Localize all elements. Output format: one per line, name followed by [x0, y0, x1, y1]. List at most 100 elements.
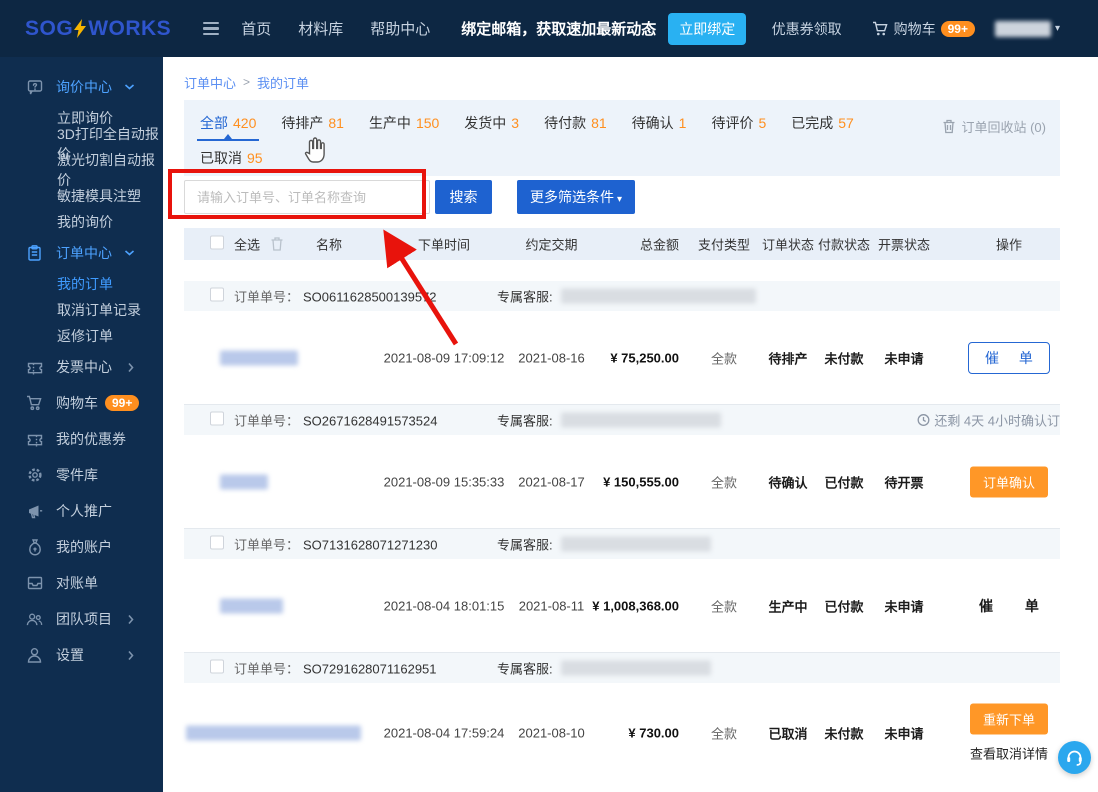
tab-待确认[interactable]: 待确认 1 — [632, 105, 687, 141]
order-group: 订单单号： SO0611628500139572 专属客服: 2021-08-09 1… — [184, 281, 1060, 405]
action-cell: 重新下单查看取消详情 — [949, 703, 1069, 763]
sidebar-item-订单中心[interactable]: 订单中心 — [0, 235, 163, 271]
order-action-button[interactable]: 订单确认 — [969, 466, 1048, 497]
action-cell: 催 单 — [949, 596, 1069, 616]
sidebar-item-我的订单[interactable]: 我的订单 — [0, 271, 163, 297]
tab-待评价[interactable]: 待评价 5 — [711, 105, 766, 141]
sidebar-item-取消订单记录[interactable]: 取消订单记录 — [0, 297, 163, 323]
top-nav-item[interactable]: 帮助中心 — [370, 18, 430, 39]
order-checkbox[interactable] — [210, 287, 224, 302]
topbar: SOG WORKS 首页 材料库 帮助中心 绑定邮箱，获取速加最新动态 立即绑定 优… — [0, 0, 1098, 57]
header-invoice-status: 开票状态 — [877, 237, 930, 253]
customer-service-fab[interactable] — [1058, 741, 1091, 774]
order-name-redacted[interactable] — [220, 474, 268, 489]
order-row: 2021-08-04 17:59:24 2021-08-10 ¥ 730.00 全款已… — [184, 683, 1060, 783]
urge-order-button[interactable]: 催 单 — [968, 341, 1050, 374]
chevron-right-icon — [127, 650, 135, 661]
tab-count: 81 — [328, 115, 344, 131]
trash-icon — [271, 237, 283, 251]
order-checkbox[interactable] — [210, 411, 224, 426]
sidebar-item-敏捷模具注塑[interactable]: 敏捷模具注塑 — [0, 183, 163, 209]
chevron-down-icon — [124, 83, 135, 91]
sidebar-item-label: 询价中心 — [56, 79, 112, 95]
order-recycle-bin[interactable]: 订单回收站 (0) — [942, 117, 1046, 136]
sidebar-item-label: 对账单 — [56, 575, 98, 591]
bind-now-button[interactable]: 立即绑定 — [668, 12, 747, 45]
username-redacted[interactable] — [994, 20, 1051, 37]
sidebar-item-个人推广[interactable]: 个人推广 — [0, 493, 163, 529]
more-filters-button[interactable]: 更多筛选条件 ▾ — [517, 180, 636, 214]
tab-已取消[interactable]: 已取消 95 — [200, 141, 263, 174]
sogaworks-logo[interactable]: SOG WORKS — [25, 17, 171, 41]
cart-icon — [26, 395, 43, 412]
sidebar-item-激光切割自动报价[interactable]: 激光切割自动报价 — [0, 152, 163, 188]
order-row: 2021-08-04 18:01:15 2021-08-11 ¥ 1,008,368… — [184, 559, 1060, 652]
sidebar-item-零件库[interactable]: 零件库 — [0, 457, 163, 493]
topbar-cart[interactable]: 购物车 99+ — [872, 19, 975, 39]
tab-全部[interactable]: 全部 420 — [196, 105, 260, 141]
search-input[interactable] — [184, 180, 430, 214]
header-name: 名称 — [316, 237, 343, 253]
breadcrumb-order-center[interactable]: 订单中心 — [184, 73, 236, 92]
breadcrumb-my-orders[interactable]: 我的订单 — [257, 73, 309, 92]
select-all-label[interactable]: 全选 — [234, 235, 260, 254]
tab-待付款[interactable]: 待付款 81 — [544, 105, 607, 141]
invoice-status: 未申请 — [884, 599, 924, 614]
sidebar: 询价中心 立即询价 3D打印全自动报价 激光切割自动报价 敏捷模具注塑 我的询价 订单中心我… — [0, 57, 163, 792]
search-button[interactable]: 搜索 — [435, 180, 492, 214]
sidebar-item-返修订单[interactable]: 返修订单 — [0, 323, 163, 349]
invoice-status: 待开票 — [884, 475, 924, 490]
search-row: 搜索 更多筛选条件▾ — [184, 180, 1060, 214]
bulk-delete-button[interactable] — [270, 237, 284, 252]
sidebar-item-设置[interactable]: 设置 — [0, 637, 163, 673]
cart-icon — [872, 21, 888, 35]
tab-发货中[interactable]: 发货中 3 — [464, 105, 519, 141]
order-name-redacted[interactable] — [220, 598, 283, 613]
order-checkbox[interactable] — [210, 659, 224, 674]
confirm-countdown: 还剩 4天 4小时确认订 — [917, 411, 1060, 430]
tab-已完成[interactable]: 已完成 57 — [791, 105, 854, 141]
top-nav-item[interactable]: 材料库 — [298, 18, 343, 39]
order-checkbox[interactable] — [210, 535, 224, 550]
order-group-header: 订单单号： SO7291628071162951 专属客服: — [184, 653, 1060, 683]
order-name-redacted[interactable] — [186, 725, 361, 741]
hamburger-menu-icon[interactable] — [203, 21, 220, 36]
sidebar-item-我的账户[interactable]: 我的账户 — [0, 529, 163, 565]
top-nav-item[interactable]: 首页 — [241, 18, 271, 39]
clipboard-icon — [26, 245, 43, 262]
tab-count: 1 — [678, 115, 687, 131]
sidebar-item-对账单[interactable]: 对账单 — [0, 565, 163, 601]
cs-name-redacted — [560, 412, 721, 428]
tab-生产中[interactable]: 生产中 150 — [369, 105, 439, 141]
more-filters-caret-icon: ▾ — [617, 194, 623, 205]
sidebar-item-询价中心[interactable]: 询价中心 — [0, 69, 163, 105]
chevron-right-icon — [127, 362, 135, 373]
order-status-tabbar: 全部 420 待排产 81 生产中 150 发货中 3 待付款 81 待确认 1 待评价 5 已完成 57 已… — [184, 100, 1060, 176]
tab-label: 已完成 — [791, 115, 834, 131]
coupon-link[interactable]: 优惠券领取 — [772, 19, 842, 39]
order-row: 2021-08-09 17:09:12 2021-08-16 ¥ 75,250.00… — [184, 311, 1060, 404]
select-all-checkbox[interactable] — [210, 235, 224, 250]
sidebar-item-我的优惠券[interactable]: 我的优惠券 — [0, 421, 163, 457]
tab-label: 全部 — [200, 115, 228, 131]
invoice-icon — [26, 359, 43, 376]
sidebar-item-购物车[interactable]: 购物车 99+ — [0, 385, 163, 421]
sidebar-item-团队项目[interactable]: 团队项目 — [0, 601, 163, 637]
sidebar-item-我的询价[interactable]: 我的询价 — [0, 209, 163, 235]
cs-label: 专属客服: — [497, 289, 553, 305]
sidebar-item-发票中心[interactable]: 发票中心 — [0, 349, 163, 385]
urge-order-button[interactable]: 催 单 — [979, 598, 1039, 614]
order-name-redacted[interactable] — [220, 350, 298, 365]
cart-label: 购物车 — [893, 20, 936, 37]
header-order-time: 下单时间 — [417, 237, 470, 253]
user-menu-caret-icon[interactable]: ▾ — [1055, 23, 1060, 34]
cs-name-redacted — [560, 660, 711, 676]
order-center-page: SOG WORKS 首页 材料库 帮助中心 绑定邮箱，获取速加最新动态 立即绑定 优… — [0, 0, 1098, 792]
tab-label: 待排产 — [281, 115, 324, 131]
order-no-label: 订单单号： — [234, 289, 300, 305]
view-cancel-details-link[interactable]: 查看取消详情 — [949, 744, 1069, 763]
tab-待排产[interactable]: 待排产 81 — [281, 105, 344, 141]
order-action-button[interactable]: 重新下单 — [969, 703, 1048, 735]
more-filters-label: 更多筛选条件 — [530, 189, 614, 205]
sidebar-item-label: 订单中心 — [56, 245, 112, 261]
